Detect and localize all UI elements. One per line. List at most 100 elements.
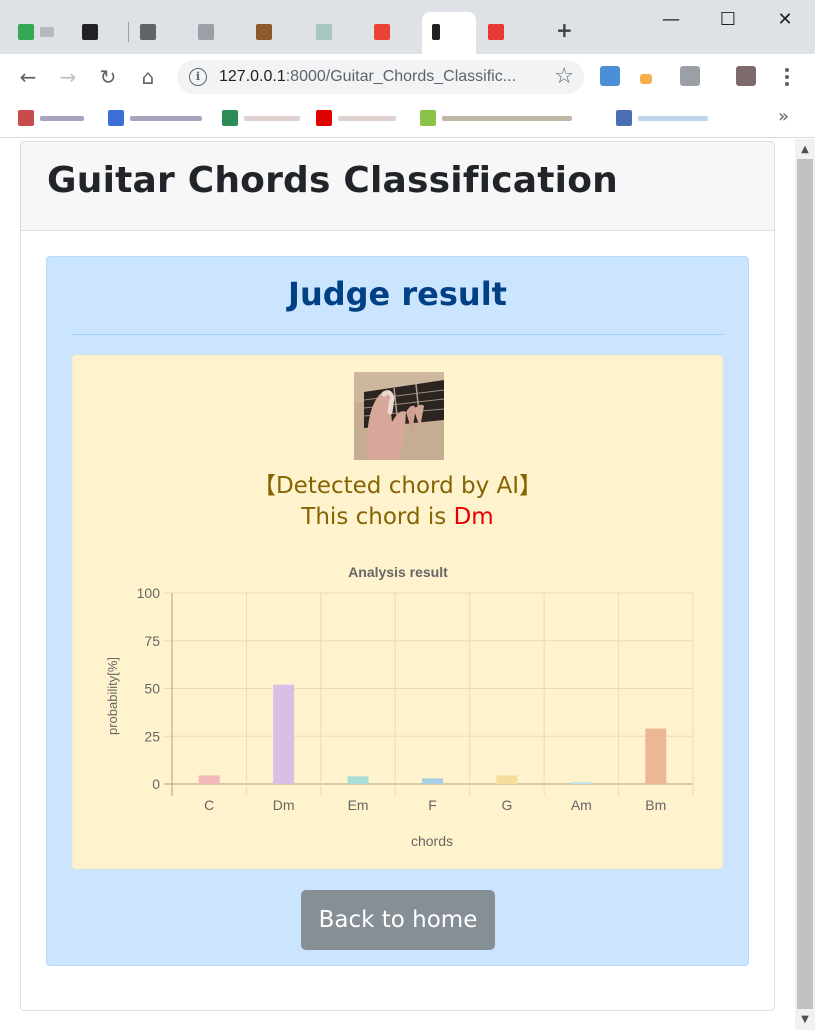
tab-favicon-icon bbox=[140, 24, 156, 40]
card-header: Guitar Chords Classification bbox=[21, 142, 774, 231]
x-tick-label: Em bbox=[348, 797, 369, 813]
detected-chord-panel: 【Detected chord by AI】 This chord is Dm … bbox=[72, 355, 723, 869]
chord-photo bbox=[354, 372, 444, 460]
y-tick-label: 100 bbox=[137, 585, 161, 601]
detected-chord-name: Dm bbox=[453, 504, 494, 530]
tab-favicon-icon bbox=[198, 24, 214, 40]
result-divider bbox=[72, 334, 723, 335]
bookmark-favicon-icon bbox=[108, 110, 124, 126]
browser-tab[interactable] bbox=[306, 12, 362, 54]
y-axis-label: probability[%] bbox=[105, 657, 120, 735]
chart-bar-c bbox=[198, 775, 220, 784]
y-axis-ticks: 0 25 50 75 100 bbox=[137, 585, 161, 792]
bookmark-label-blur bbox=[442, 116, 572, 121]
result-alert: Judge result 【Detected chord by AI】 This… bbox=[46, 256, 749, 966]
bookmark-favicon-icon bbox=[420, 110, 436, 126]
close-icon[interactable]: ✕ bbox=[762, 6, 808, 34]
tab-strip: + — ☐ ✕ bbox=[0, 0, 815, 54]
new-tab-icon[interactable]: + bbox=[556, 20, 573, 40]
main-card: Guitar Chords Classification Judge resul… bbox=[20, 141, 775, 1011]
bookmark-item[interactable] bbox=[420, 110, 580, 126]
bookmark-favicon-icon bbox=[222, 110, 238, 126]
back-arrow-icon[interactable]: ← bbox=[13, 62, 43, 92]
result-heading: Judge result bbox=[288, 275, 507, 313]
bookmark-item[interactable] bbox=[222, 110, 302, 126]
y-tick-label: 25 bbox=[144, 728, 160, 744]
browser-tab[interactable] bbox=[72, 12, 128, 54]
minimize-icon[interactable]: — bbox=[648, 6, 694, 34]
chart-title: Analysis result bbox=[348, 564, 448, 580]
reload-icon[interactable]: ↻ bbox=[93, 62, 123, 92]
bookmark-label-blur bbox=[40, 116, 84, 121]
tab-favicon-icon bbox=[256, 24, 272, 40]
bookmark-item[interactable] bbox=[18, 110, 88, 126]
chart-bar-bm bbox=[645, 728, 667, 784]
y-tick-label: 0 bbox=[152, 776, 160, 792]
browser-tab[interactable] bbox=[130, 12, 188, 54]
x-tick-label: C bbox=[204, 797, 214, 813]
browser-tab[interactable] bbox=[246, 12, 304, 54]
tab-favicon-icon bbox=[316, 24, 332, 40]
y-tick-label: 50 bbox=[144, 681, 160, 697]
bookmark-item[interactable] bbox=[316, 110, 400, 126]
tab-title-blur bbox=[40, 27, 54, 37]
x-tick-label: F bbox=[428, 797, 437, 813]
tab-separator bbox=[128, 22, 129, 42]
extension-icon[interactable] bbox=[640, 74, 652, 84]
chart-bars bbox=[198, 684, 667, 784]
bookmarks-overflow-icon[interactable]: » bbox=[778, 106, 789, 127]
detected-prefix: This chord is bbox=[301, 504, 454, 530]
browser-tab[interactable] bbox=[364, 12, 420, 54]
bookmark-favicon-icon bbox=[616, 110, 632, 126]
browser-tab[interactable] bbox=[8, 12, 68, 54]
browser-toolbar: ← → ↻ ⌂ i 127.0.0.1:8000/Guitar_Chords_C… bbox=[0, 54, 815, 100]
x-tick-label: Bm bbox=[645, 797, 666, 813]
bookmarks-bar: » bbox=[0, 100, 815, 138]
x-tick-label: G bbox=[501, 797, 512, 813]
forward-arrow-icon[interactable]: → bbox=[53, 62, 83, 92]
bookmark-label-blur bbox=[244, 116, 300, 121]
tab-favicon-icon bbox=[82, 24, 98, 40]
bookmark-item[interactable] bbox=[616, 110, 712, 126]
back-to-home-button[interactable]: Back to home bbox=[301, 890, 495, 950]
url-host: 127.0.0.1 bbox=[219, 68, 286, 85]
bookmark-label-blur bbox=[638, 116, 708, 121]
analysis-chart: Analysis result probability[%] chords 0 2… bbox=[105, 564, 694, 849]
extension-icon[interactable] bbox=[680, 66, 700, 86]
detected-label: 【Detected chord by AI】 bbox=[252, 473, 543, 499]
browser-tab-active[interactable] bbox=[422, 12, 476, 54]
chart-bar-g bbox=[496, 775, 518, 784]
bookmark-label-blur bbox=[130, 116, 202, 121]
browser-menu-icon[interactable] bbox=[784, 66, 790, 88]
scrollbar-thumb[interactable] bbox=[797, 159, 813, 1009]
page-viewport: Guitar Chords Classification Judge resul… bbox=[0, 139, 795, 1030]
chart-bar-em bbox=[347, 776, 369, 784]
info-icon[interactable]: i bbox=[189, 68, 207, 86]
maximize-icon[interactable]: ☐ bbox=[705, 6, 751, 34]
x-axis-label: chords bbox=[411, 833, 453, 849]
bookmark-label-blur bbox=[338, 116, 396, 121]
home-icon[interactable]: ⌂ bbox=[133, 62, 163, 92]
bookmark-star-icon[interactable]: ☆ bbox=[554, 64, 574, 90]
tab-favicon-icon bbox=[18, 24, 34, 40]
scroll-down-icon[interactable]: ▼ bbox=[795, 1011, 815, 1028]
url-text[interactable]: 127.0.0.1:8000/Guitar_Chords_Classific..… bbox=[219, 68, 516, 86]
address-bar[interactable]: i 127.0.0.1:8000/Guitar_Chords_Classific… bbox=[177, 60, 584, 94]
browser-tab[interactable] bbox=[478, 12, 534, 54]
profile-avatar[interactable] bbox=[736, 66, 756, 86]
scroll-up-icon[interactable]: ▲ bbox=[795, 141, 815, 158]
page-title: Guitar Chords Classification bbox=[47, 160, 618, 201]
tab-favicon-icon bbox=[432, 24, 440, 40]
y-tick-label: 75 bbox=[144, 633, 160, 649]
bookmark-favicon-icon bbox=[18, 110, 34, 126]
extension-icon[interactable] bbox=[600, 66, 620, 86]
bookmark-favicon-icon bbox=[316, 110, 332, 126]
tab-favicon-icon bbox=[374, 24, 390, 40]
x-tick-label: Dm bbox=[273, 797, 295, 813]
browser-tab[interactable] bbox=[188, 12, 244, 54]
bookmark-item[interactable] bbox=[108, 110, 208, 126]
page-scrollbar[interactable]: ▲ ▼ bbox=[795, 139, 815, 1030]
url-path: :8000/Guitar_Chords_Classific... bbox=[285, 68, 517, 85]
detected-chord-line: This chord is Dm bbox=[73, 504, 722, 530]
chart-bar-am bbox=[570, 782, 592, 784]
